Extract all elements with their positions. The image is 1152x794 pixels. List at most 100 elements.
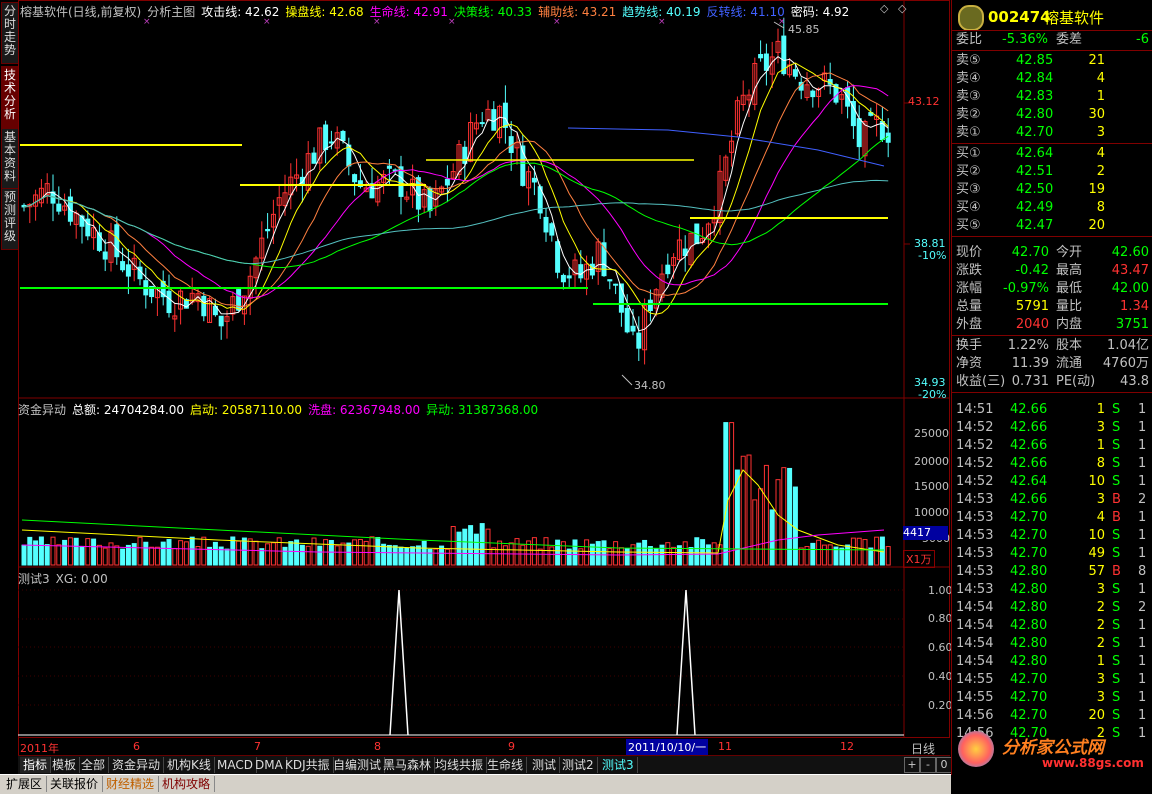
indicator-tab[interactable]: 测试: [529, 757, 561, 773]
indicator-tab[interactable]: MACD: [214, 757, 257, 773]
candle-body: [102, 251, 108, 260]
indicator-tab[interactable]: 机构K线: [164, 757, 215, 773]
indicator-tab[interactable]: 测试3: [599, 757, 638, 773]
indicator-tab[interactable]: 全部: [78, 757, 110, 773]
test-axis-label: 0.60: [928, 641, 953, 654]
cell: 股本: [1056, 338, 1083, 353]
bid-level-row: 买① 42.64 4: [952, 145, 1152, 163]
candle-body: [792, 69, 798, 77]
quote-panel: 002474 榕基软件 委比 -5.36% 委差 -6 卖⑤ 42.85 21 卖④ 42.84…: [951, 0, 1152, 775]
cell: 42.60: [1111, 245, 1149, 260]
candle-body: [166, 290, 172, 314]
quote-row: 现价 42.70 今开 42.60: [952, 244, 1152, 262]
tab-forecast-rating[interactable]: 预测评级: [1, 188, 19, 250]
status-tab[interactable]: 财经精选: [102, 776, 160, 792]
stock-header: 002474 榕基软件: [952, 0, 1152, 31]
tab-time-sharing[interactable]: 分时走势: [1, 2, 19, 64]
volume-bar: [375, 536, 381, 566]
volume-bar: [537, 548, 543, 566]
candle-body: [352, 174, 358, 183]
zoom-in-button[interactable]: +: [904, 757, 920, 773]
indicator-tab[interactable]: 黑马森林: [380, 757, 436, 773]
cell: 11.39: [1011, 356, 1049, 371]
chart-area[interactable]: × × × × × × × 榕基软件(日线,前复权) 分析主图 攻击线: 42.62 操盘线: 4…: [18, 0, 953, 756]
volume-bar: [154, 546, 160, 566]
candle-body: [328, 141, 334, 144]
cell: S: [1112, 690, 1121, 705]
volume-bar: [44, 544, 50, 566]
candle-body: [427, 187, 433, 212]
indicator-tab[interactable]: 指标: [20, 757, 52, 773]
volume-bar: [56, 544, 62, 566]
indicator-tab[interactable]: 自编测试: [330, 757, 386, 773]
main-indicator-item: 生命线: 42.91: [369, 5, 448, 19]
signal-spike: [389, 589, 409, 736]
candle-body: [566, 275, 572, 279]
tick-row: 14:55 42.70 3 S 1: [952, 689, 1152, 707]
volume-bar: [862, 539, 868, 566]
tab-basic-info[interactable]: 基本资料: [1, 128, 19, 190]
cell: 1: [1138, 510, 1147, 525]
indicator-tab[interactable]: 模板: [49, 757, 81, 773]
volume-bar: [769, 509, 775, 566]
cell: 42.80: [1010, 654, 1048, 669]
bid-level-row: 买② 42.51 2: [952, 163, 1152, 181]
volume-indicator-name: 资金异动: [18, 403, 67, 417]
cell: 14:51: [956, 402, 994, 417]
stock-name: 榕基软件: [1044, 9, 1105, 27]
cell: 42.00: [1111, 281, 1149, 296]
tab-technical-analysis[interactable]: 技术分析: [1, 66, 19, 128]
main-chart-title: 榕基软件(日线,前复权) 分析主图 攻击线: 42.62 操盘线: 42.68 生命线:…: [20, 3, 861, 20]
cell: 8: [1096, 456, 1105, 471]
stock-chart-name: 榕基软件(日线,前复权): [20, 5, 142, 19]
candle-body: [636, 332, 642, 349]
indicator-tab[interactable]: 资金异动: [109, 757, 165, 773]
cell: 卖③: [956, 89, 981, 104]
volume-bar: [636, 542, 642, 566]
volume-bar: [479, 523, 485, 566]
volume-bar: [288, 541, 294, 566]
zoom-out-button[interactable]: -: [920, 757, 936, 773]
status-tab[interactable]: 关联报价: [46, 776, 104, 792]
cell: 42.49: [1016, 200, 1054, 215]
status-tab[interactable]: 扩展区: [2, 776, 48, 792]
cell: 10: [1088, 528, 1105, 543]
indicator-tab[interactable]: 测试2: [559, 757, 598, 773]
cell: 最高: [1056, 263, 1083, 278]
cell: S: [1112, 654, 1121, 669]
volume-bar: [201, 536, 207, 566]
indicator-tab[interactable]: KDJ共振: [282, 757, 334, 773]
kline-chart-svg[interactable]: × × × × × × ×: [18, 0, 950, 752]
volume-bar: [160, 541, 166, 566]
cell: 1: [1096, 438, 1105, 453]
cell: 42.70: [1016, 125, 1054, 140]
main-indicator-item: 攻击线: 42.62: [201, 5, 280, 19]
cell: S: [1112, 672, 1121, 687]
status-tab[interactable]: 机构攻略: [158, 776, 216, 792]
volume-bar: [618, 547, 624, 566]
volume-bar: [682, 541, 688, 566]
volume-bar: [27, 536, 33, 566]
volume-unit-label: X1万: [903, 550, 935, 568]
left-tab-bar: 分时走势 技术分析 基本资料 预测评级: [0, 0, 19, 775]
cell: 14:52: [956, 420, 994, 435]
tick-row: 14:54 42.80 2 S 2: [952, 599, 1152, 617]
cell: 5791: [1015, 299, 1049, 314]
candle-body: [810, 90, 816, 98]
indicator-tab[interactable]: 均线共振: [432, 757, 488, 773]
chart-options-icon[interactable]: ◇: [880, 2, 888, 15]
cell: 2: [1096, 164, 1105, 179]
volume-bar: [758, 488, 764, 566]
volume-bar: [839, 547, 845, 566]
cell: 42.64: [1010, 474, 1048, 489]
cell: 2: [1138, 492, 1147, 507]
watermark-logo: 分析家公式网 www.88gs.com: [952, 725, 1152, 775]
tick-row: 14:53 42.80 57 B 8: [952, 563, 1152, 581]
chart-close-icon[interactable]: ◇: [898, 2, 906, 15]
volume-bar: [810, 542, 816, 566]
cell: 流通: [1056, 356, 1083, 371]
reset-button[interactable]: 0: [936, 757, 952, 773]
ma-line-trend: [23, 179, 889, 265]
cell: 42.66: [1010, 420, 1048, 435]
indicator-tab[interactable]: 生命线: [484, 757, 528, 773]
